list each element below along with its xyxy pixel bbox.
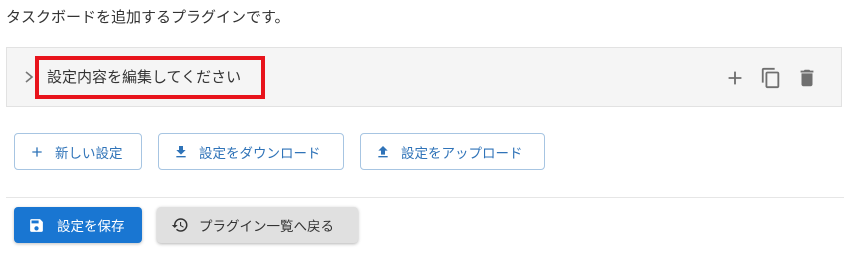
plus-icon [32, 146, 42, 157]
divider [6, 197, 844, 198]
panel-title: 設定内容を編集してください [47, 68, 242, 86]
save-settings-button[interactable]: 設定を保存 [14, 207, 142, 243]
upload-settings-button[interactable]: 設定をアップロード [360, 133, 545, 170]
save-icon [30, 218, 43, 232]
upload-settings-label: 設定をアップロード [401, 145, 523, 162]
new-setting-label: 新しい設定 [55, 145, 123, 162]
download-icon [176, 145, 186, 157]
delete-icon[interactable] [795, 66, 819, 90]
add-icon[interactable] [723, 66, 747, 90]
settings-panel[interactable]: 設定内容を編集してください [6, 47, 842, 107]
new-setting-button[interactable]: 新しい設定 [14, 133, 142, 170]
history-icon [171, 218, 188, 232]
download-settings-label: 設定をダウンロード [199, 145, 321, 162]
download-settings-button[interactable]: 設定をダウンロード [158, 133, 344, 170]
back-to-plugins-button[interactable]: プラグイン一覧へ戻る [157, 207, 358, 243]
plugin-description: タスクボードを追加するプラグインです。 [6, 8, 290, 26]
save-settings-label: 設定を保存 [57, 219, 125, 235]
copy-icon[interactable] [759, 66, 783, 90]
back-to-plugins-label: プラグイン一覧へ戻る [199, 219, 334, 235]
panel-actions [723, 66, 819, 90]
upload-icon [378, 145, 388, 157]
